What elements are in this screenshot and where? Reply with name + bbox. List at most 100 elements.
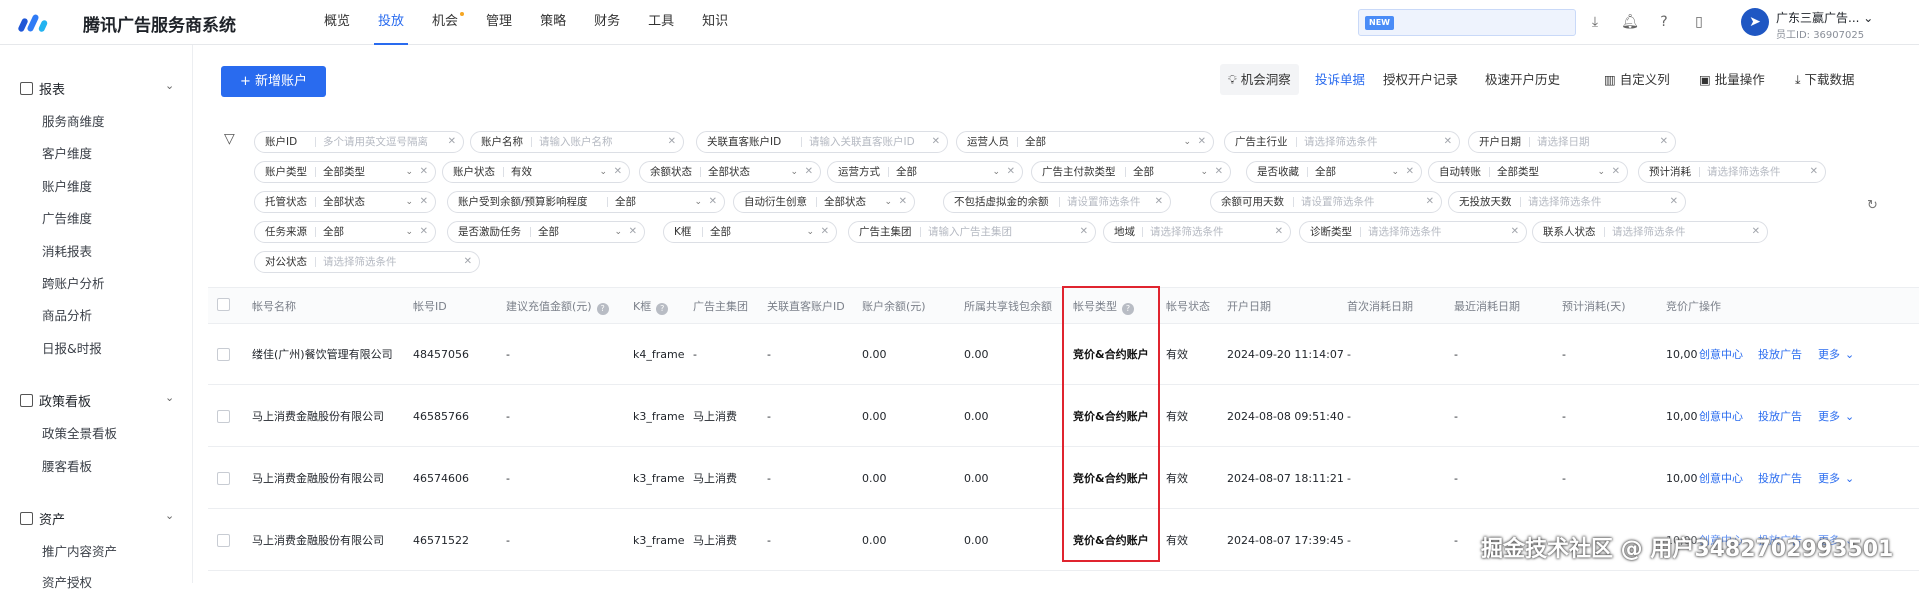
row-action-2[interactable]: 更多	[1818, 448, 1840, 509]
clear-icon[interactable]: ✕	[668, 132, 676, 152]
clear-icon[interactable]: ✕	[1426, 192, 1434, 212]
filter-chip[interactable]: 自动转账 全部类型 ⌄ ✕	[1428, 161, 1628, 183]
clear-icon[interactable]: ✕	[1155, 192, 1163, 212]
clear-icon[interactable]: ✕	[464, 252, 472, 272]
row-action-1[interactable]: 投放广告	[1758, 324, 1802, 385]
row-action-0[interactable]: 创意中心	[1699, 386, 1743, 447]
row-action-1[interactable]: 投放广告	[1758, 386, 1802, 447]
filter-chip[interactable]: 余额可用天数 请设置筛选条件 ✕	[1210, 191, 1442, 213]
nav-overview[interactable]: 概览	[310, 0, 364, 45]
sidebar-group-report[interactable]: 报表 ⌄	[20, 79, 174, 98]
phone-icon[interactable]: ▯	[1690, 13, 1708, 31]
sidebar-item[interactable]: 资产授权	[42, 572, 92, 591]
clear-icon[interactable]: ✕	[709, 192, 717, 212]
nav-strategy[interactable]: 策略	[526, 0, 580, 45]
filter-chip[interactable]: 广告主行业 请选择筛选条件 ✕	[1224, 131, 1460, 153]
clear-icon[interactable]: ✕	[1406, 162, 1414, 182]
nav-manage[interactable]: 管理	[472, 0, 526, 45]
download-button[interactable]: ⤓ 下载数据	[1795, 64, 1855, 95]
batch-button[interactable]: ▣ 批量操作	[1699, 64, 1765, 95]
filter-chip[interactable]: 余额状态 全部状态 ⌄ ✕	[639, 161, 821, 183]
sidebar-item[interactable]: 跨账户分析	[42, 273, 105, 292]
clear-icon[interactable]: ✕	[805, 162, 813, 182]
clear-icon[interactable]: ✕	[1752, 222, 1760, 242]
sidebar-item[interactable]: 商品分析	[42, 305, 92, 324]
filter-chip[interactable]: 关联直客账户ID 请输入关联直客账户ID ✕	[696, 131, 948, 153]
clear-icon[interactable]: ✕	[448, 132, 456, 152]
filter-chip[interactable]: 自动衍生创意 全部状态 ⌄ ✕	[733, 191, 915, 213]
refresh-icon[interactable]: ↻	[1867, 198, 1878, 213]
row-checkbox[interactable]	[217, 410, 230, 423]
filter-chip[interactable]: 地域 请选择筛选条件 ✕	[1103, 221, 1291, 243]
filter-chip[interactable]: 账户受到余额/预算影响程度 全部 ⌄ ✕	[447, 191, 725, 213]
row-action-0[interactable]: 创意中心	[1699, 448, 1743, 509]
bell-icon[interactable]: 🔔︎	[1621, 13, 1639, 31]
clear-icon[interactable]: ✕	[1215, 162, 1223, 182]
clear-icon[interactable]: ✕	[629, 222, 637, 242]
filter-chip[interactable]: 账户名称 请输入账户名称 ✕	[470, 131, 684, 153]
filter-chip[interactable]: 预计消耗 请选择筛选条件 ✕	[1638, 161, 1826, 183]
row-checkbox[interactable]	[217, 472, 230, 485]
filter-chip[interactable]: 托管状态 全部状态 ⌄ ✕	[254, 191, 436, 213]
filter-chip[interactable]: 开户日期 请选择日期 ✕	[1468, 131, 1676, 153]
help-icon[interactable]: ?	[1655, 13, 1673, 31]
row-action-1[interactable]: 投放广告	[1758, 448, 1802, 509]
sidebar-item[interactable]: 广告维度	[42, 208, 92, 227]
filter-chip[interactable]: 对公状态 请选择筛选条件 ✕	[254, 251, 480, 273]
sidebar-item[interactable]: 推广内容资产	[42, 541, 117, 560]
clear-icon[interactable]: ✕	[1612, 162, 1620, 182]
clear-icon[interactable]: ✕	[614, 162, 622, 182]
auth-records-button[interactable]: 授权开户记录	[1383, 64, 1458, 95]
filter-chip[interactable]: 账户ID 多个请用英文逗号隔离 ✕	[254, 131, 464, 153]
nav-tools[interactable]: 工具	[634, 0, 688, 45]
filter-chip[interactable]: 广告主付款类型 全部 ⌄ ✕	[1031, 161, 1231, 183]
clear-icon[interactable]: ✕	[1810, 162, 1818, 182]
select-all-checkbox[interactable]	[217, 298, 230, 311]
download-icon[interactable]: ⤓	[1586, 13, 1604, 31]
clear-icon[interactable]: ✕	[1444, 132, 1452, 152]
filter-chip[interactable]: 联系人状态 请选择筛选条件 ✕	[1532, 221, 1768, 243]
clear-icon[interactable]: ✕	[821, 222, 829, 242]
filter-chip[interactable]: 账户状态 有效 ⌄ ✕	[442, 161, 630, 183]
clear-icon[interactable]: ✕	[1007, 162, 1015, 182]
chevron-down-icon[interactable]: ⌄	[1845, 324, 1854, 385]
clear-icon[interactable]: ✕	[420, 192, 428, 212]
sidebar-group-policy[interactable]: 政策看板 ⌄	[20, 391, 174, 410]
nav-opportunity[interactable]: 机会	[418, 0, 472, 45]
clear-icon[interactable]: ✕	[932, 132, 940, 152]
sidebar-item[interactable]: 日报&时报	[42, 338, 102, 357]
filter-chip[interactable]: K框 全部 ⌄ ✕	[663, 221, 837, 243]
clear-icon[interactable]: ✕	[1275, 222, 1283, 242]
row-action-2[interactable]: 更多	[1818, 324, 1840, 385]
filter-chip[interactable]: 诊断类型 请选择筛选条件 ✕	[1299, 221, 1527, 243]
global-search-input[interactable]: NEW	[1358, 9, 1576, 36]
chevron-down-icon[interactable]: ⌄	[1845, 448, 1854, 509]
custom-columns-button[interactable]: ▥ 自定义列	[1604, 64, 1670, 95]
filter-chip[interactable]: 是否激励任务 全部 ⌄ ✕	[447, 221, 645, 243]
row-action-2[interactable]: 更多	[1818, 386, 1840, 447]
filter-chip[interactable]: 运营方式 全部 ⌄ ✕	[827, 161, 1023, 183]
filter-chip[interactable]: 任务来源 全部 ⌄ ✕	[254, 221, 436, 243]
sidebar-item[interactable]: 政策全景看板	[42, 423, 117, 442]
nav-knowledge[interactable]: 知识	[688, 0, 742, 45]
quick-history-button[interactable]: 极速开户历史	[1485, 64, 1560, 95]
sidebar-item[interactable]: 腰客看板	[42, 456, 92, 475]
clear-icon[interactable]: ✕	[1660, 132, 1668, 152]
sidebar-item[interactable]: 账户维度	[42, 176, 92, 195]
sidebar-group-assets[interactable]: 资产 ⌄	[20, 509, 174, 528]
clear-icon[interactable]: ✕	[1080, 222, 1088, 242]
nav-delivery[interactable]: 投放	[364, 0, 418, 45]
chevron-down-icon[interactable]: ⌄	[1845, 386, 1854, 447]
clear-icon[interactable]: ✕	[420, 222, 428, 242]
clear-icon[interactable]: ✕	[1511, 222, 1519, 242]
row-action-0[interactable]: 创意中心	[1699, 324, 1743, 385]
sidebar-item[interactable]: 服务商维度	[42, 111, 105, 130]
clear-icon[interactable]: ✕	[420, 162, 428, 182]
row-checkbox[interactable]	[217, 348, 230, 361]
sidebar-item[interactable]: 消耗报表	[42, 241, 92, 260]
filter-chip[interactable]: 账户类型 全部类型 ⌄ ✕	[254, 161, 436, 183]
clear-icon[interactable]: ✕	[899, 192, 907, 212]
avatar[interactable]: ➤	[1741, 8, 1769, 36]
filter-chip[interactable]: 不包括虚拟金的余额 请设置筛选条件 ✕	[943, 191, 1171, 213]
row-checkbox[interactable]	[217, 534, 230, 547]
